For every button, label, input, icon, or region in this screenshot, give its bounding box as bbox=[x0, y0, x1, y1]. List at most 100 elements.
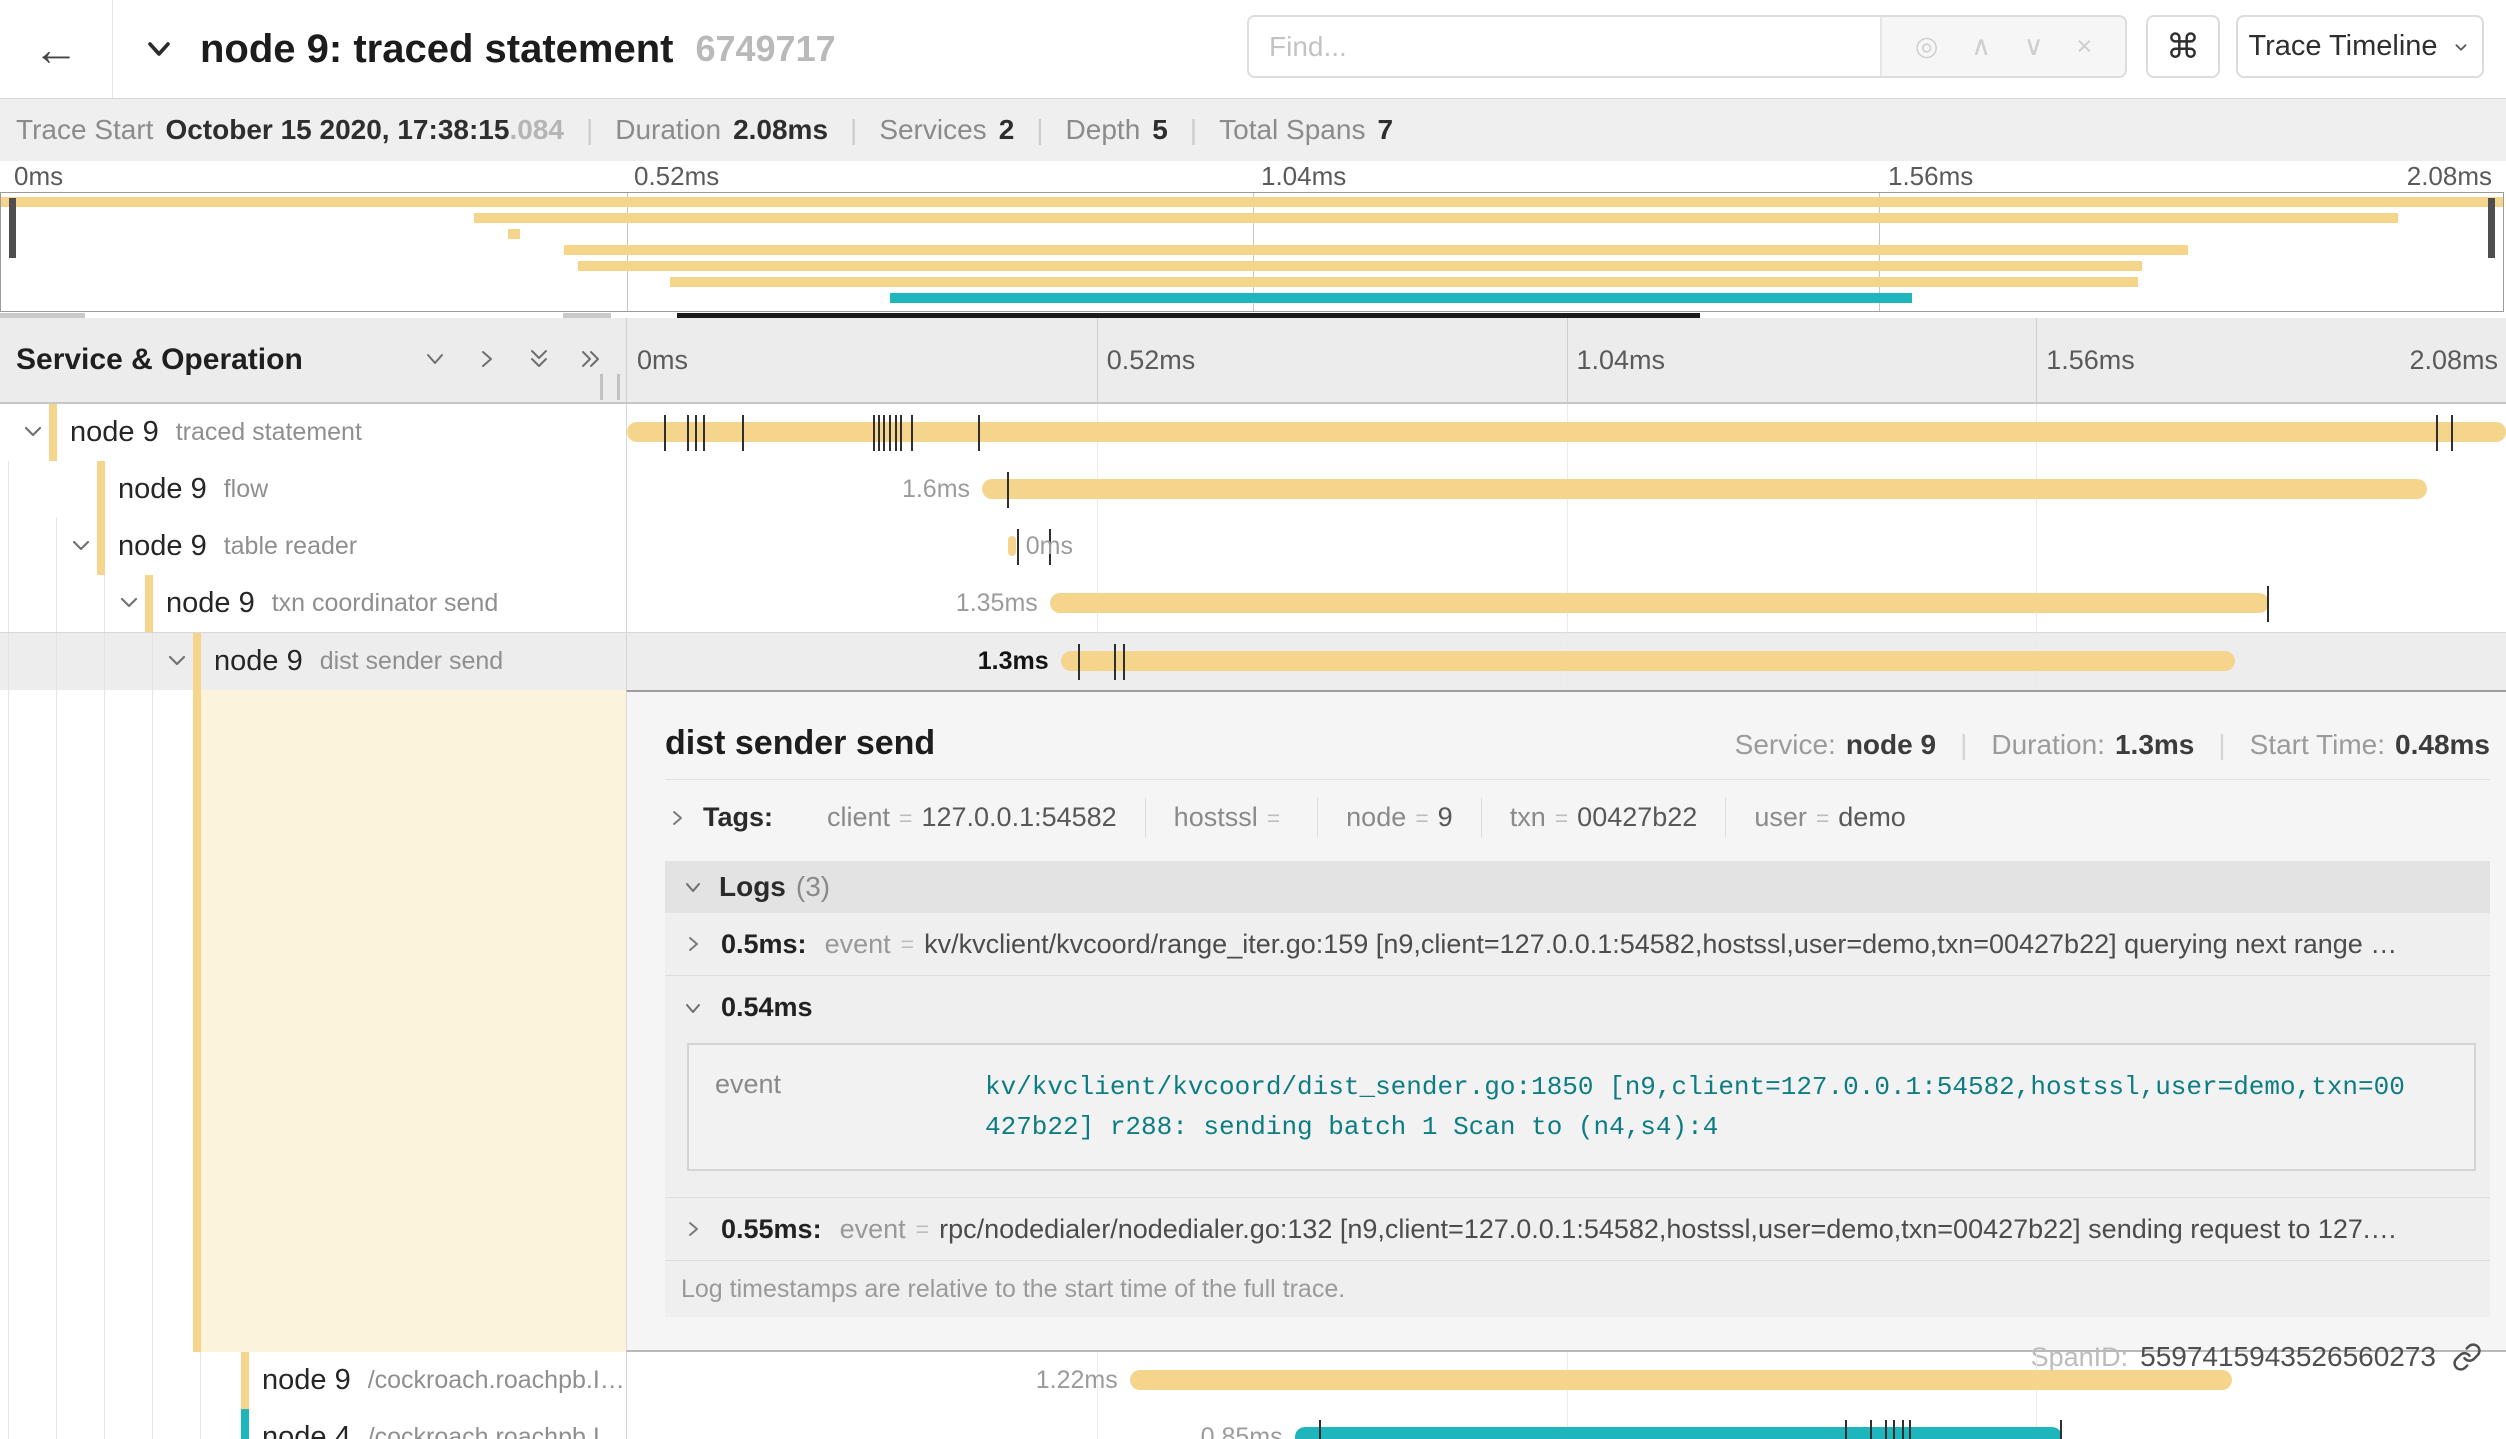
ruler-tick-label: 0ms bbox=[637, 318, 688, 402]
tree-guide-line bbox=[56, 1409, 57, 1439]
span-color-bar bbox=[49, 404, 57, 461]
collapse-chevron-icon[interactable] bbox=[68, 533, 94, 559]
column-resize-handle[interactable] bbox=[600, 374, 620, 400]
chevron-down-icon[interactable]: ∨ bbox=[2024, 31, 2044, 62]
minimap-right-scrubber[interactable] bbox=[2488, 198, 2495, 258]
top-bar: ← node 9: traced statement 6749717 ◎∧∨× … bbox=[0, 0, 2506, 99]
summary-value-suffix: .084 bbox=[509, 114, 564, 146]
ruler-gridline bbox=[1567, 318, 1568, 402]
log-timestamp: 0.5ms: bbox=[721, 929, 807, 960]
summary-value: 2.08ms bbox=[733, 114, 828, 146]
close-icon[interactable]: × bbox=[2076, 31, 2092, 62]
collapse-chevron-icon[interactable] bbox=[164, 648, 190, 674]
tree-guide-line bbox=[56, 518, 57, 575]
tag-value: 9 bbox=[1438, 802, 1453, 833]
expand-one-icon[interactable] bbox=[472, 344, 502, 374]
log-marker-tick bbox=[687, 415, 689, 451]
log-marker-tick bbox=[703, 415, 705, 451]
span-duration-bar[interactable] bbox=[1050, 593, 2270, 613]
timeline-gridline bbox=[1097, 518, 1098, 575]
span-timeline-cell: 1.35ms bbox=[626, 575, 2506, 632]
service-operation-title: Service & Operation bbox=[16, 318, 303, 402]
span-row[interactable]: node 4/cockroach.roachpb.I…0.85ms bbox=[0, 1409, 2506, 1439]
collapse-chevron-icon[interactable] bbox=[20, 419, 46, 445]
span-row[interactable]: node 9flow1.6ms bbox=[0, 461, 2506, 518]
span-name-cell: node 9flow bbox=[0, 461, 626, 518]
span-color-accent bbox=[193, 690, 201, 1352]
minimap-span-bar bbox=[1, 197, 2503, 207]
keyboard-shortcuts-button[interactable]: ⌘ bbox=[2146, 15, 2220, 78]
meta-label: Start Time: bbox=[2250, 729, 2385, 761]
tree-guide-line bbox=[8, 461, 9, 518]
log-marker-tick bbox=[2060, 1420, 2062, 1439]
logs-header[interactable]: Logs (3) bbox=[665, 861, 2490, 913]
span-duration-bar[interactable] bbox=[982, 479, 2427, 499]
timeline-minimap[interactable] bbox=[0, 192, 2504, 312]
tree-guide-line bbox=[8, 518, 9, 575]
collapse-all-icon[interactable] bbox=[524, 344, 554, 374]
span-row[interactable]: node 9 txn coordinator send 1.35ms bbox=[0, 575, 2506, 632]
span-timeline-cell: 0.85ms bbox=[626, 1409, 2506, 1439]
log-marker-tick bbox=[1893, 1420, 1895, 1439]
find-input[interactable] bbox=[1249, 17, 1880, 76]
span-name-cell: node 9traced statement bbox=[0, 404, 626, 461]
log-timestamp: 0.54ms bbox=[721, 992, 813, 1023]
log-entry-row[interactable]: 0.55ms:event=rpc/nodedialer/nodedialer.g… bbox=[665, 1197, 2490, 1260]
span-row[interactable]: node 9table reader0ms bbox=[0, 518, 2506, 575]
tag-item: node=9 bbox=[1318, 798, 1482, 837]
equals-sign: = bbox=[901, 931, 914, 958]
tree-guide-line bbox=[152, 633, 153, 690]
tag-key: node bbox=[1346, 802, 1406, 833]
collapse-all-chevron-icon[interactable] bbox=[140, 30, 178, 68]
equals-sign: = bbox=[1267, 805, 1280, 832]
log-entry-row[interactable]: 0.5ms:event=kv/kvclient/kvcoord/range_it… bbox=[665, 913, 2490, 975]
operation-name: /cockroach.roachpb.I… bbox=[368, 1423, 625, 1439]
minimap-span-bar bbox=[474, 213, 2399, 223]
log-marker-tick bbox=[742, 415, 744, 451]
collapse-chevron-icon[interactable] bbox=[116, 590, 142, 616]
operation-name: txn coordinator send bbox=[272, 589, 499, 618]
log-marker-tick bbox=[978, 415, 980, 451]
ruler-tick-label: 0.52ms bbox=[1107, 318, 1196, 402]
span-duration-bar[interactable] bbox=[1061, 651, 2235, 671]
service-name: node 9 bbox=[262, 1364, 351, 1397]
span-duration-bar[interactable] bbox=[1008, 536, 1016, 556]
tree-guide-line bbox=[152, 1352, 153, 1409]
meta-value: 1.3ms bbox=[2115, 729, 2194, 761]
span-row[interactable]: node 9traced statement bbox=[0, 404, 2506, 461]
span-duration-bar[interactable] bbox=[1130, 1370, 2232, 1390]
span-row[interactable]: node 9dist sender send1.3ms bbox=[0, 632, 2506, 690]
span-timeline-cell: 1.3ms bbox=[626, 633, 2506, 690]
tags-row[interactable]: Tags: client=127.0.0.1:54582hostssl=node… bbox=[665, 798, 2490, 837]
service-name: node 4 bbox=[262, 1421, 351, 1439]
back-button[interactable]: ← bbox=[0, 0, 113, 98]
view-selector-button[interactable]: Trace Timeline bbox=[2236, 15, 2484, 78]
equals-sign: = bbox=[899, 805, 912, 832]
tag-key: user bbox=[1754, 802, 1807, 833]
ruler-tick-label: 2.08ms bbox=[2409, 318, 2498, 402]
chevron-up-icon[interactable]: ∧ bbox=[1971, 31, 1991, 62]
span-timeline-cell bbox=[626, 404, 2506, 461]
summary-label: Total Spans bbox=[1219, 114, 1365, 146]
minimap-tick-label: 0.52ms bbox=[634, 161, 719, 192]
expand-all-icon[interactable] bbox=[576, 344, 606, 374]
log-marker-tick bbox=[895, 415, 897, 451]
target-icon[interactable]: ◎ bbox=[1915, 31, 1939, 62]
span-detail-panel: dist sender send Service:node 9|Duration… bbox=[626, 690, 2506, 1352]
tree-guide-line bbox=[104, 633, 105, 690]
span-name-cell: node 9dist sender send bbox=[0, 633, 626, 690]
span-duration-bar[interactable] bbox=[1295, 1427, 2063, 1439]
minimap-left-scrubber[interactable] bbox=[9, 198, 16, 258]
tag-item: txn=00427b22 bbox=[1482, 798, 1727, 837]
span-detail-meta: Service:node 9|Duration:1.3ms|Start Time… bbox=[1735, 729, 2490, 761]
minimap-tick-label: 2.08ms bbox=[2407, 161, 2492, 192]
span-color-bar bbox=[241, 1409, 249, 1439]
meta-separator: | bbox=[2218, 729, 2225, 761]
service-name: node 9 bbox=[166, 587, 255, 620]
log-marker-tick bbox=[1319, 1420, 1321, 1439]
log-entry-row-expanded[interactable]: 0.54mseventkv/kvclient/kvcoord/dist_send… bbox=[665, 975, 2490, 1197]
collapse-one-icon[interactable] bbox=[420, 344, 450, 374]
span-duration-bar[interactable] bbox=[627, 422, 2506, 442]
span-row[interactable]: node 9/cockroach.roachpb.I…1.22ms bbox=[0, 1352, 2506, 1409]
span-name-cell: node 4/cockroach.roachpb.I… bbox=[0, 1409, 626, 1439]
